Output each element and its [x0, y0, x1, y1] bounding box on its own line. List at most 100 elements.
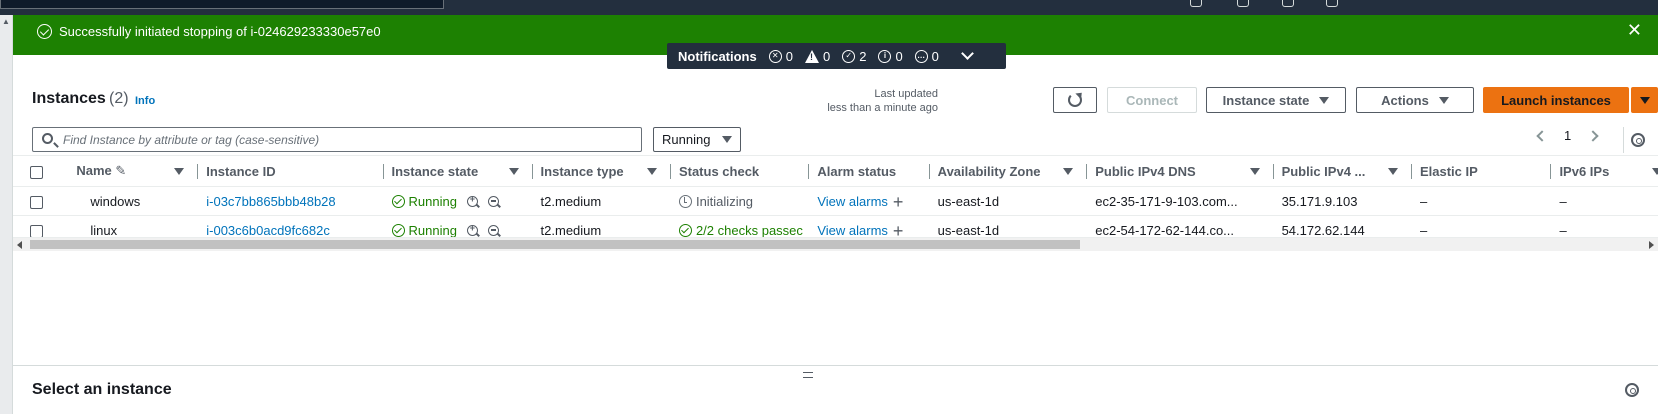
- left-nav-rail: ▲: [0, 15, 13, 414]
- instance-state-label: Instance state: [1222, 92, 1310, 108]
- in-progress-count-value: 0: [931, 48, 939, 64]
- col-public-ipv4[interactable]: Public IPv4 ...: [1273, 155, 1412, 187]
- next-page-icon[interactable]: [1587, 129, 1599, 142]
- zoom-in-icon[interactable]: [466, 223, 478, 236]
- col-label: Public IPv4 ...: [1281, 163, 1366, 179]
- instance-state-button[interactable]: Instance state: [1206, 87, 1346, 113]
- launch-dropdown-button[interactable]: [1631, 87, 1658, 113]
- success-count[interactable]: ✓ 2: [842, 49, 866, 64]
- sort-icon[interactable]: [646, 168, 657, 175]
- divider: [1623, 127, 1624, 153]
- instance-id-link[interactable]: i-003c6b0acd9fc682c: [206, 223, 330, 238]
- col-label: Name: [76, 163, 112, 178]
- col-alarm-status[interactable]: Alarm status: [809, 155, 930, 187]
- col-instance-state[interactable]: Instance state: [383, 155, 533, 187]
- sort-icon[interactable]: [508, 168, 519, 175]
- sort-icon[interactable]: [1249, 168, 1260, 175]
- instance-id-link[interactable]: i-03c7bb865bbb48b28: [206, 194, 335, 209]
- zoom-out-icon[interactable]: [487, 195, 499, 207]
- state-text: Running: [408, 193, 457, 209]
- zoom-in-icon[interactable]: [466, 194, 478, 207]
- gear-icon[interactable]: [1625, 383, 1639, 397]
- error-count[interactable]: ✕ 0: [768, 49, 793, 64]
- sort-icon[interactable]: [1652, 168, 1658, 175]
- last-updated: Last updated less than a minute ago: [827, 87, 938, 115]
- close-icon[interactable]: ✕: [1627, 20, 1642, 40]
- plus-icon[interactable]: +: [893, 222, 904, 240]
- col-ipv6[interactable]: IPv6 IPs: [1551, 155, 1658, 187]
- cell-state: Running: [383, 186, 533, 216]
- flash-message: Successfully initiated stopping of i-024…: [59, 24, 381, 39]
- warning-icon: [804, 49, 819, 63]
- success-count-value: 2: [859, 48, 867, 64]
- scrollbar-thumb[interactable]: [30, 240, 1080, 249]
- in-progress-count[interactable]: … 0: [914, 48, 939, 64]
- scroll-left-icon[interactable]: [17, 241, 22, 249]
- table-row[interactable]: windows i-03c7bb865bbb48b28 Running t2.m…: [13, 186, 1658, 216]
- info-count-value: 0: [895, 48, 903, 64]
- horizontal-scrollbar[interactable]: [13, 237, 1658, 251]
- chevron-down-icon[interactable]: [961, 46, 974, 60]
- refresh-button[interactable]: [1053, 87, 1097, 113]
- passed-check-icon: [678, 223, 692, 237]
- cell-type: t2.medium: [532, 186, 671, 216]
- sort-icon[interactable]: [174, 168, 185, 175]
- global-search-box[interactable]: [0, 0, 444, 9]
- col-label: Status check: [678, 163, 760, 179]
- actions-button[interactable]: Actions: [1356, 87, 1474, 113]
- info-link[interactable]: Info: [135, 95, 155, 107]
- bell-icon[interactable]: [1237, 0, 1249, 7]
- cell-ipv6: –: [1551, 186, 1658, 216]
- instance-count: (2): [109, 90, 129, 107]
- col-instance-id[interactable]: Instance ID: [198, 155, 384, 187]
- help-icon[interactable]: [1282, 0, 1294, 7]
- col-public-dns[interactable]: Public IPv4 DNS: [1087, 155, 1274, 187]
- col-availability-zone[interactable]: Availability Zone: [929, 155, 1088, 187]
- resize-handle[interactable]: [803, 372, 813, 378]
- launch-instances-button[interactable]: Launch instances: [1483, 87, 1629, 113]
- status-text: 2/2 checks passec: [695, 222, 803, 238]
- connect-label: Connect: [1126, 92, 1178, 108]
- state-filter-select[interactable]: Running: [653, 127, 741, 152]
- error-icon: ✕: [768, 49, 782, 63]
- state-text: Running: [408, 222, 457, 238]
- scroll-up-icon[interactable]: ▲: [2, 17, 10, 26]
- plus-icon[interactable]: +: [893, 193, 904, 211]
- warning-count-value: 0: [822, 48, 831, 64]
- col-label: Elastic IP: [1419, 163, 1478, 179]
- col-label: Public IPv4 DNS: [1095, 163, 1196, 179]
- info-count[interactable]: i0: [878, 48, 903, 64]
- current-page[interactable]: 1: [1564, 128, 1571, 143]
- col-elastic-ip[interactable]: Elastic IP: [1411, 155, 1552, 187]
- col-status-check[interactable]: Status check: [670, 155, 810, 187]
- zoom-out-icon[interactable]: [487, 224, 499, 236]
- row-checkbox[interactable]: [30, 195, 43, 209]
- launch-label: Launch instances: [1501, 92, 1611, 108]
- row-checkbox[interactable]: [30, 224, 43, 238]
- search-input[interactable]: [63, 131, 633, 148]
- status-text: Initializing: [695, 193, 754, 209]
- sort-icon[interactable]: [1387, 168, 1398, 175]
- caret-down-icon: [1319, 96, 1330, 104]
- col-label: IPv6 IPs: [1559, 163, 1610, 179]
- select-all-checkbox[interactable]: [30, 165, 43, 179]
- notifications-bar[interactable]: Notifications ✕0 0 ✓2 i0 …0: [667, 43, 1006, 69]
- sort-icon[interactable]: [1063, 168, 1074, 175]
- gear-icon[interactable]: [1326, 0, 1338, 7]
- refresh-icon: [1068, 93, 1082, 107]
- connect-button[interactable]: Connect: [1107, 87, 1197, 113]
- col-name[interactable]: Name ✎: [68, 155, 199, 187]
- view-alarms-link[interactable]: View alarms: [817, 194, 888, 209]
- warning-count[interactable]: 0: [804, 48, 831, 64]
- table-settings-icon[interactable]: [1631, 133, 1645, 147]
- prev-page-icon[interactable]: [1536, 129, 1548, 142]
- scroll-right-icon[interactable]: [1649, 241, 1654, 249]
- notifications-label: Notifications: [678, 48, 757, 64]
- col-instance-type[interactable]: Instance type: [532, 155, 671, 187]
- last-updated-value: less than a minute ago: [827, 102, 938, 114]
- cloudshell-icon[interactable]: [1190, 0, 1202, 7]
- col-label: Alarm status: [817, 163, 897, 179]
- col-label: Availability Zone: [937, 163, 1041, 179]
- view-alarms-link[interactable]: View alarms: [817, 223, 888, 238]
- caret-down-icon: [1438, 96, 1449, 104]
